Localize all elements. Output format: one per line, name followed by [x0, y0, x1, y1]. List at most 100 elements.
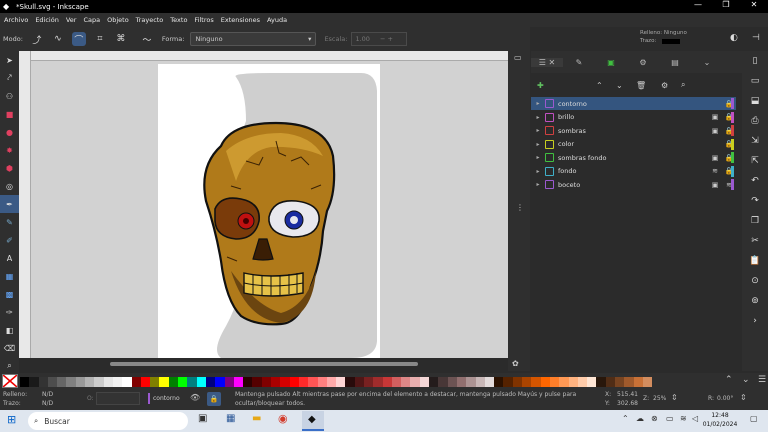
search-icon[interactable]: ⌕ — [681, 80, 685, 90]
layer-row[interactable]: ▸ sombras ▣ 🔒 — [531, 124, 736, 137]
palette-swatch[interactable] — [178, 377, 188, 387]
palette-swatch[interactable] — [57, 377, 67, 387]
layer-name[interactable]: contorno — [558, 100, 708, 108]
dropper-tool-icon[interactable]: ✑ — [0, 303, 19, 321]
palette-swatch[interactable] — [243, 377, 253, 387]
palette-swatch[interactable] — [94, 377, 104, 387]
palette-swatch[interactable] — [20, 377, 30, 387]
layer-name[interactable]: brillo — [558, 113, 708, 121]
commands-icon[interactable]: ⊣ — [752, 33, 760, 43]
canvas[interactable] — [31, 61, 508, 358]
palette-swatch[interactable] — [615, 377, 625, 387]
copy-icon[interactable]: ❐ — [742, 211, 768, 231]
menu-edicion[interactable]: Edición — [35, 16, 59, 24]
palette-swatch[interactable] — [233, 377, 244, 387]
palette-swatch[interactable] — [540, 377, 550, 387]
volume-icon[interactable]: ◁ — [692, 414, 698, 423]
layer-visibility-icon[interactable]: ≋ — [708, 167, 722, 175]
battery-icon[interactable]: ▭ — [666, 414, 674, 423]
undo-icon[interactable]: ↶ — [742, 171, 768, 191]
palette-swatch[interactable] — [140, 377, 151, 387]
palette-swatch[interactable] — [354, 377, 364, 387]
lower-layer-icon[interactable]: ⌄ — [616, 81, 623, 90]
palette-swatch[interactable] — [568, 377, 578, 387]
inkscape-taskbar-icon[interactable]: ◆ — [302, 411, 324, 431]
layer-visibility-icon[interactable]: ▣ — [708, 154, 722, 162]
palette-swatch[interactable] — [475, 377, 485, 387]
pen-tool-icon[interactable]: ✒ — [0, 195, 19, 213]
palette-swatch[interactable] — [205, 377, 216, 387]
palette-swatch[interactable] — [391, 377, 402, 387]
palette-swatch[interactable] — [373, 377, 383, 387]
palette-swatch[interactable] — [308, 377, 318, 387]
menu-ver[interactable]: Ver — [66, 16, 77, 24]
maximize-button[interactable]: ❐ — [712, 0, 740, 9]
bspline-mode-icon[interactable]: ⌒ — [71, 32, 86, 46]
paint-bucket-tool-icon[interactable]: ◧ — [0, 321, 19, 339]
palette-swatch[interactable] — [484, 377, 495, 387]
rectangle-tool-icon[interactable]: ■ — [0, 105, 19, 123]
layer-row[interactable]: ▸ sombras fondo ▣ 🔒 — [531, 151, 736, 164]
close-button[interactable]: ✕ — [740, 0, 768, 9]
bezier-mode-icon[interactable]: ⤴ — [30, 32, 44, 46]
palette-swatch[interactable] — [122, 377, 132, 387]
tweak-tool-icon[interactable]: ⚇ — [0, 87, 19, 105]
notifications-icon[interactable]: ▢ — [750, 414, 758, 423]
palette-swatch[interactable] — [410, 377, 420, 387]
expand-more-icon[interactable]: › — [742, 311, 768, 331]
palette-swatch[interactable] — [577, 377, 588, 387]
palette-swatch[interactable] — [419, 377, 430, 387]
layer-name[interactable]: sombras fondo — [558, 154, 708, 162]
palette-swatch[interactable] — [66, 377, 76, 387]
palette-swatch[interactable] — [289, 377, 299, 387]
spiral-tool-icon[interactable]: ◎ — [0, 177, 19, 195]
calligraphy-tool-icon[interactable]: ✐ — [0, 231, 19, 249]
current-layer[interactable]: contorno — [153, 395, 180, 402]
tab-export-icon[interactable]: ▣ — [595, 58, 627, 67]
palette-swatch[interactable] — [215, 377, 225, 387]
palette-swatch[interactable] — [326, 377, 337, 387]
palette-swatch[interactable] — [85, 377, 95, 387]
opacity-input[interactable] — [96, 392, 140, 405]
palette-swatch[interactable] — [605, 377, 615, 387]
save-icon[interactable]: ⬓ — [742, 91, 768, 111]
layer-visibility-icon[interactable]: 👁 — [190, 393, 200, 402]
expand-arrow-icon[interactable]: ▸ — [533, 181, 543, 188]
layer-lock-icon[interactable]: 🔒 — [207, 392, 221, 406]
print-icon[interactable]: ⎙ — [742, 111, 768, 131]
eraser-tool-icon[interactable]: ⌫ — [0, 339, 19, 357]
display-mode-icon[interactable]: ▭ — [514, 53, 522, 62]
skull-drawing[interactable] — [31, 61, 508, 358]
expand-arrow-icon[interactable]: ▸ — [533, 168, 543, 175]
task-view-icon[interactable]: ▣ — [198, 413, 207, 424]
open-icon[interactable]: ▭ — [742, 71, 768, 91]
layer-name[interactable]: boceto — [558, 181, 708, 189]
file-explorer-icon[interactable]: ▬ — [252, 413, 261, 424]
palette-swatch[interactable] — [363, 377, 374, 387]
palette-swatch[interactable] — [596, 377, 606, 387]
tab-document-icon[interactable]: ▤ — [659, 58, 691, 67]
expand-arrow-icon[interactable]: ▸ — [533, 100, 543, 107]
palette-swatch[interactable] — [447, 377, 457, 387]
expand-arrow-icon[interactable]: ▸ — [533, 114, 543, 121]
tab-more-icon[interactable]: ⌄ — [691, 58, 723, 67]
palette-swatch[interactable] — [401, 377, 411, 387]
palette-scroll-up-icon[interactable]: ⌃ — [725, 375, 733, 385]
layer-row[interactable]: ▸ color 🔒 — [531, 138, 736, 151]
star-tool-icon[interactable]: ✸ — [0, 141, 19, 159]
flatten-icon[interactable]: 〜 — [140, 32, 154, 46]
palette-swatch[interactable] — [494, 377, 504, 387]
palette-swatch[interactable] — [103, 377, 113, 387]
palette-swatch[interactable] — [224, 377, 234, 387]
paraxial-mode-icon[interactable]: ⌗ — [93, 32, 107, 46]
text-tool-icon[interactable]: A — [0, 249, 19, 267]
zoom-stepper-icon[interactable]: ⇕ — [671, 393, 678, 402]
palette-swatch[interactable] — [336, 377, 346, 387]
palette-swatch[interactable] — [131, 377, 141, 387]
palette-swatch[interactable] — [298, 377, 309, 387]
menu-ayuda[interactable]: Ayuda — [267, 16, 287, 24]
palette-swatch[interactable] — [503, 377, 513, 387]
palette-swatch[interactable] — [382, 377, 392, 387]
menu-trayecto[interactable]: Trayecto — [136, 16, 164, 24]
fill-stroke-indicator[interactable]: Relleno: Ninguno Trazo: — [640, 29, 730, 45]
